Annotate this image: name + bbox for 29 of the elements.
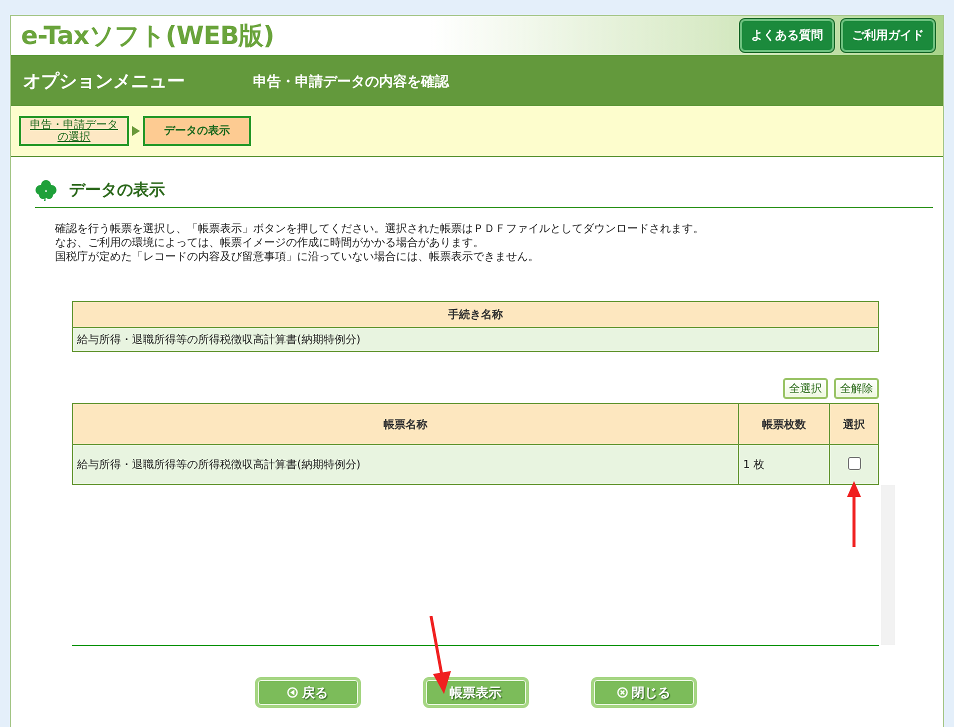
footer-button[interactable]: 帳票表示 (422, 677, 528, 708)
footer-button[interactable]: 閉じる (590, 677, 696, 708)
column-header: 帳票枚数 (738, 404, 830, 444)
column-header: 手続き名称 (72, 302, 878, 328)
breadcrumb-step[interactable]: データの表示 (143, 116, 251, 146)
page-subtitle: 申告・申請データの内容を確認 (253, 73, 449, 91)
annotation-arrow (847, 481, 861, 547)
breadcrumb-step[interactable]: 申告・申請データの選択 (19, 116, 129, 146)
header-link[interactable]: ご利用ガイド (841, 19, 935, 52)
select-checkbox[interactable] (848, 456, 860, 470)
header-link[interactable]: よくある質問 (740, 19, 834, 52)
logo: e-Taxソフト(WEB版) (21, 20, 274, 52)
table-cell: 給与所得・退職所得等の所得税徴収高計算書(納期特例分) (72, 328, 878, 352)
page-title: オプションメニュー (23, 70, 185, 93)
section-heading: データの表示 (69, 180, 165, 200)
clover-icon (35, 179, 57, 201)
column-header: 帳票名称 (72, 404, 738, 444)
footer-button[interactable]: 戻る (254, 677, 360, 708)
back-icon (287, 687, 298, 698)
table-cell: 1 枚 (738, 444, 830, 484)
select-button[interactable]: 全選択 (783, 378, 828, 399)
instruction-text: 確認を行う帳票を選択し、「帳票表示」ボタンを押してください。選択された帳票はＰＤＦファイルとしてダウンロードされます。 (55, 222, 705, 236)
select-button[interactable]: 全解除 (834, 378, 879, 399)
instruction-text: 国税庁が定めた「レコードの内容及び留意事項」に沿っていない場合には、帳票表示できません。 (55, 250, 540, 264)
column-header: 選択 (830, 404, 878, 444)
step-arrow-icon (132, 126, 140, 136)
table-cell: 給与所得・退職所得等の所得税徴収高計算書(納期特例分) (72, 444, 738, 484)
instruction-text: なお、ご利用の環境によっては、帳票イメージの作成に時間がかかる場合があります。 (55, 236, 485, 250)
close-icon (616, 687, 628, 698)
